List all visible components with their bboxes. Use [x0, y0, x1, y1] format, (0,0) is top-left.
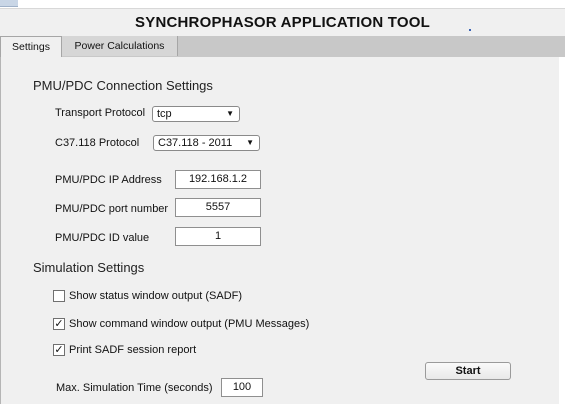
chevron-down-icon: ▼ — [246, 138, 254, 147]
c37-protocol-select[interactable]: C37.118 - 2011 ▼ — [153, 135, 260, 151]
port-number-label: PMU/PDC port number — [55, 203, 169, 215]
command-window-checkbox[interactable]: ✓ — [53, 318, 65, 330]
ip-address-label: PMU/PDC IP Address — [55, 174, 162, 186]
checkmark-icon: ✓ — [54, 344, 64, 356]
print-report-checkbox[interactable]: ✓ — [53, 344, 65, 356]
window-right-edge — [559, 57, 565, 404]
chevron-down-icon: ▼ — [226, 109, 234, 118]
tab-settings[interactable]: Settings — [0, 36, 62, 58]
id-value-field[interactable]: 1 — [175, 227, 261, 246]
c37-protocol-label: C37.118 Protocol — [55, 137, 140, 149]
ip-address-field[interactable]: 192.168.1.2 — [175, 170, 261, 189]
tab-bar: Settings Power Calculations — [0, 36, 565, 58]
transport-protocol-value: tcp — [157, 108, 172, 120]
sim-section-title: Simulation Settings — [33, 260, 145, 275]
c37-protocol-value: C37.118 - 2011 — [158, 137, 233, 149]
status-window-label: Show status window output (SADF) — [69, 290, 243, 302]
status-window-checkbox[interactable] — [53, 290, 65, 302]
transport-protocol-label: Transport Protocol — [55, 107, 146, 119]
tab-power-calculations[interactable]: Power Calculations — [62, 36, 178, 56]
checkmark-icon: ✓ — [54, 318, 64, 330]
port-number-field[interactable]: 5557 — [175, 198, 261, 217]
transport-protocol-select[interactable]: tcp ▼ — [152, 106, 240, 122]
id-value-label: PMU/PDC ID value — [55, 232, 150, 244]
app-title: SYNCHROPHASOR APPLICATION TOOL — [135, 14, 430, 31]
title-dot — [469, 29, 471, 31]
max-time-field[interactable]: 100 — [221, 378, 263, 397]
command-window-label: Show command window output (PMU Messages… — [69, 318, 310, 330]
max-time-label: Max. Simulation Time (seconds) — [56, 382, 213, 394]
pmu-section-title: PMU/PDC Connection Settings — [33, 78, 213, 93]
start-button[interactable]: Start — [425, 362, 511, 380]
print-report-label: Print SADF session report — [69, 344, 197, 356]
window-corner-icon — [0, 0, 18, 7]
